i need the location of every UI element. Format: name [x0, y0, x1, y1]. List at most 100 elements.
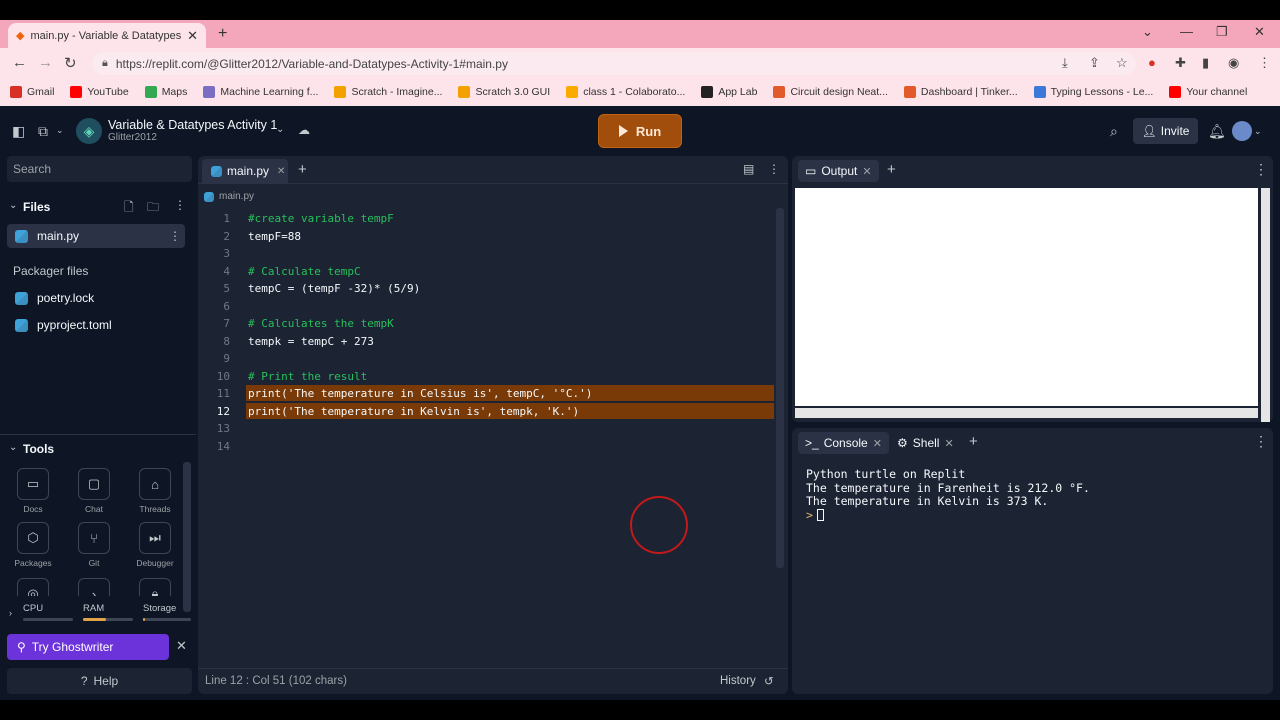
try-ghostwriter-button[interactable]: ⚲ Try Ghostwriter — [7, 634, 169, 660]
tools-scrollbar[interactable] — [183, 462, 191, 612]
file-item-main-py[interactable]: main.py ⋮ — [7, 224, 185, 248]
browser-tab[interactable]: ◆ main.py - Variable & Datatypes A ✕ — [8, 23, 206, 48]
repl-owner[interactable]: Glitter2012 — [108, 132, 157, 143]
invite-button[interactable]: 👤︎ Invite — [1133, 118, 1198, 144]
close-tab-icon[interactable]: ✕ — [873, 437, 882, 450]
close-tab-icon[interactable]: ✕ — [277, 166, 285, 177]
new-folder-icon[interactable]: 🗀 — [147, 198, 159, 219]
tool-threads[interactable]: ⌂ Threads — [125, 468, 185, 514]
chevron-down-icon[interactable]: ⌄ — [56, 125, 64, 136]
editor-menu-icon[interactable]: ⋮ — [768, 162, 780, 176]
bookmark-item[interactable]: YouTube — [70, 86, 129, 98]
bookmark-item[interactable]: App Lab — [701, 86, 757, 98]
tool-packages[interactable]: ⬡ Packages — [3, 522, 63, 568]
new-tab-icon[interactable]: + — [218, 25, 227, 43]
code-line[interactable]: tempC = (tempF -32)* (5/9) — [248, 282, 420, 295]
bookmark-item[interactable]: Circuit design Neat... — [773, 86, 888, 98]
search-input[interactable]: Search — [7, 156, 192, 182]
files-menu-icon[interactable]: ⋮ — [174, 198, 186, 212]
code-line[interactable]: print('The temperature in Kelvin is', te… — [248, 405, 579, 418]
close-tab-icon[interactable]: ✕ — [862, 165, 871, 178]
history-button[interactable]: History — [720, 675, 756, 687]
address-bar[interactable]: 🔒︎ https://replit.com/@Glitter2012/Varia… — [92, 52, 1136, 75]
tab-console[interactable]: >_ Console ✕ — [798, 432, 889, 454]
file-item-pyproject-toml[interactable]: pyproject.toml — [7, 313, 185, 337]
tool-more-3[interactable]: 🔒︎ — [125, 578, 185, 596]
bookmark-item[interactable]: Scratch 3.0 GUI — [458, 86, 550, 98]
code-line[interactable]: # Calculate tempC — [248, 265, 361, 278]
add-tab-icon[interactable]: + — [887, 161, 896, 178]
output-horizontal-scrollbar[interactable] — [795, 408, 1258, 418]
tab-search-icon[interactable]: ⌄ — [1142, 24, 1153, 40]
chevron-down-icon[interactable]: ⌄ — [276, 124, 284, 135]
add-tab-icon[interactable]: + — [298, 161, 307, 178]
notifications-bell-icon[interactable]: 🔔︎ — [1208, 123, 1226, 140]
add-tab-icon[interactable]: + — [969, 433, 978, 450]
tool-more-2[interactable]: › — [64, 578, 124, 596]
bookmark-item[interactable]: Your channel — [1169, 86, 1247, 98]
output-vertical-scrollbar[interactable] — [1261, 188, 1270, 422]
tab-shell[interactable]: ⚙ Shell ✕ — [890, 432, 961, 454]
tools-heading[interactable]: Tools — [23, 442, 54, 456]
install-app-icon[interactable]: ⤓ — [1062, 55, 1068, 71]
tab-main-py[interactable]: main.py ✕ — [202, 159, 288, 183]
bookmark-item[interactable]: Gmail — [10, 86, 54, 98]
bookmark-item[interactable]: Typing Lessons - Le... — [1033, 86, 1153, 98]
tool-docs[interactable]: ▭ Docs — [3, 468, 63, 514]
share-icon[interactable]: ⇪ — [1089, 55, 1100, 71]
sidebar-toggle-icon[interactable]: ◧ — [12, 123, 25, 140]
run-button[interactable]: Run — [598, 114, 682, 148]
minimize-icon[interactable]: — — [1180, 24, 1193, 39]
repl-name[interactable]: Variable & Datatypes Activity 1 — [108, 118, 277, 132]
code-line[interactable]: # Print the result — [248, 370, 367, 383]
history-icon[interactable]: ↺ — [764, 674, 774, 688]
replit-logo-icon[interactable]: ⧉ — [38, 123, 48, 140]
reload-icon[interactable]: ↻ — [64, 54, 77, 72]
chevron-down-icon[interactable]: ⌄ — [9, 200, 17, 211]
output-canvas[interactable] — [795, 188, 1258, 406]
bookmark-item[interactable]: Dashboard | Tinker... — [903, 86, 1018, 98]
bookmark-item[interactable]: class 1 - Colaborato... — [566, 86, 685, 98]
file-item-poetry-lock[interactable]: poetry.lock — [7, 286, 185, 310]
chevron-right-icon[interactable]: › — [9, 608, 12, 618]
file-menu-icon[interactable]: ⋮ — [169, 229, 181, 243]
browser-menu-icon[interactable]: ⋮ — [1258, 55, 1271, 71]
profile-avatar-icon[interactable]: ◉ — [1228, 55, 1239, 71]
pane-menu-icon[interactable]: ⋮ — [1254, 433, 1268, 450]
code-line[interactable]: print('The temperature in Celsius is', t… — [248, 387, 592, 400]
chevron-down-icon[interactable]: ⌄ — [1254, 126, 1262, 137]
tool-git[interactable]: ⑂ Git — [64, 522, 124, 568]
tool-chat[interactable]: ▢ Chat — [64, 468, 124, 514]
window-close-icon[interactable]: ✕ — [1254, 24, 1265, 40]
bookmark-star-icon[interactable]: ☆ — [1116, 55, 1128, 71]
user-avatar[interactable] — [1232, 121, 1252, 141]
editor-scrollbar[interactable] — [776, 208, 784, 568]
bookmark-item[interactable]: Scratch - Imagine... — [334, 86, 442, 98]
search-icon[interactable]: ⌕ — [1110, 123, 1118, 140]
files-heading[interactable]: Files — [23, 200, 50, 214]
chevron-down-icon[interactable]: ⌄ — [9, 442, 17, 453]
tool-debugger[interactable]: ⏭ Debugger — [125, 522, 185, 568]
extension-icon[interactable]: ● — [1148, 55, 1156, 70]
back-icon[interactable]: ← — [12, 54, 27, 71]
bookmark-item[interactable]: Machine Learning f... — [203, 86, 318, 98]
bookmark-item[interactable]: Maps — [144, 86, 187, 98]
side-panel-icon[interactable]: ▮ — [1202, 55, 1209, 71]
code-line[interactable]: #create variable tempF — [248, 212, 394, 225]
close-tab-icon[interactable]: ✕ — [944, 437, 953, 450]
close-tab-icon[interactable]: ✕ — [187, 28, 198, 44]
code-line[interactable]: tempF=88 — [248, 230, 301, 243]
code-line[interactable]: # Calculates the tempK — [248, 317, 394, 330]
tab-output[interactable]: ▭ Output ✕ — [798, 160, 879, 182]
close-icon[interactable]: ✕ — [176, 638, 187, 654]
new-file-icon[interactable]: 🗋 — [124, 198, 134, 219]
code-line[interactable]: tempk = tempC + 273 — [248, 335, 374, 348]
forward-icon[interactable]: → — [38, 54, 53, 71]
console-prompt-line[interactable]: > — [806, 508, 1090, 523]
maximize-icon[interactable]: ❐ — [1216, 24, 1228, 40]
console-output[interactable]: Python turtle on Replit The temperature i… — [806, 467, 1090, 523]
breadcrumb-file[interactable]: main.py — [219, 191, 254, 202]
minimap-toggle-icon[interactable]: ▤ — [743, 162, 754, 176]
help-button[interactable]: ? Help — [7, 668, 192, 694]
extensions-puzzle-icon[interactable]: ✚ — [1175, 55, 1186, 71]
